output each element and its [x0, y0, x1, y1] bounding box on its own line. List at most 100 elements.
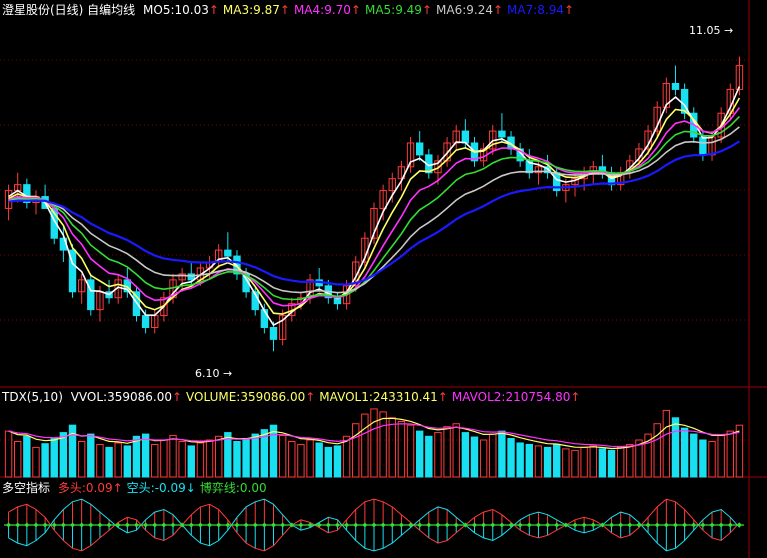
game-line-marker — [60, 522, 66, 528]
game-line-marker — [371, 522, 377, 528]
game-line-marker — [554, 522, 560, 528]
game-line-marker — [298, 522, 304, 528]
volume-bar — [406, 424, 415, 478]
volume-bar — [242, 438, 250, 478]
game-line-marker — [170, 522, 176, 528]
volume-bar — [14, 440, 22, 478]
game-line-marker — [79, 522, 85, 528]
game-line-marker — [207, 522, 213, 528]
volume-bar — [425, 435, 433, 478]
candle-body — [415, 142, 424, 156]
volume-bar — [690, 433, 698, 478]
game-line-marker — [700, 522, 706, 528]
game-line-marker — [280, 522, 286, 528]
game-line-marker — [334, 522, 340, 528]
game-line-marker — [389, 522, 395, 528]
volume-bar — [671, 417, 680, 478]
volume-title: TDX(5,10) — [2, 390, 63, 404]
stock-chart — [0, 0, 767, 558]
volume-bar — [352, 423, 360, 478]
volume-bar — [699, 439, 707, 478]
volume-bar — [571, 449, 579, 478]
game-line-marker — [197, 522, 203, 528]
volume-bar — [96, 443, 104, 478]
arrow-up-icon: ↑ — [305, 390, 316, 404]
game-line-marker — [736, 522, 742, 528]
game-line-marker — [188, 522, 194, 528]
volume-bar — [589, 445, 597, 478]
game-line-marker — [325, 522, 331, 528]
arrow-right-icon: → — [720, 24, 734, 37]
indicator-title: 多空指标 — [2, 481, 51, 495]
header_main-item-4: MA6:9.24 — [436, 3, 493, 17]
game-line-marker — [545, 522, 551, 528]
volume-bar — [233, 440, 241, 478]
volume-bar — [434, 432, 442, 478]
header_main-item-5: MA7:8.94 — [507, 3, 565, 17]
volume-bar — [123, 445, 132, 478]
game-line-marker — [271, 522, 277, 528]
game-line-marker — [398, 522, 404, 528]
game-line-marker — [645, 522, 651, 528]
volume-bar — [269, 424, 278, 478]
candle-body — [498, 130, 506, 138]
arrow-up-icon: ↑ — [208, 3, 219, 17]
game-line-marker — [353, 522, 359, 528]
game-line-marker — [563, 522, 569, 528]
header_volume-item-1: VOLUME:359086.00 — [186, 390, 306, 404]
game-line-marker — [508, 522, 514, 528]
game-line-marker — [33, 522, 39, 528]
game-line-marker — [453, 522, 459, 528]
game-line-marker — [435, 522, 441, 528]
game-line-marker — [663, 522, 669, 528]
game-line-marker — [727, 522, 733, 528]
game-line-marker — [590, 522, 596, 528]
game-line-marker — [70, 522, 76, 528]
volume-bar — [461, 432, 470, 478]
candle-body — [671, 82, 680, 90]
game-line-marker — [718, 522, 724, 528]
candle-body — [141, 315, 150, 328]
volume-bar — [525, 443, 534, 478]
game-line-marker — [490, 522, 496, 528]
game-line-marker — [471, 522, 477, 528]
volume-bar — [498, 430, 506, 478]
high-price-label: 11.05 — [689, 24, 721, 37]
game-line-marker — [243, 522, 249, 528]
game-line-marker — [42, 522, 48, 528]
volume-bar — [32, 446, 40, 478]
volume-bar — [516, 442, 524, 478]
candle-body — [269, 326, 278, 340]
volume-bar — [169, 435, 177, 478]
game-line-marker — [152, 522, 158, 528]
game-line-marker — [481, 522, 487, 528]
candle-body — [260, 309, 269, 328]
game-line-marker — [618, 522, 624, 528]
volume-bar — [132, 435, 141, 478]
game-line-marker — [535, 522, 541, 528]
arrow-up-icon: ↑ — [570, 390, 581, 404]
header_main-item-3: MA5:9.49 — [364, 3, 422, 17]
volume-bar — [105, 446, 113, 478]
header_volume-item-3: MAVOL2:210754.80 — [451, 390, 571, 404]
volume-bar — [297, 443, 305, 478]
volume-bar — [662, 409, 671, 478]
game-line-marker — [97, 522, 103, 528]
volume-bar — [626, 443, 634, 478]
game-line-marker — [581, 522, 587, 528]
volume-bar — [562, 448, 570, 478]
candle-body — [187, 273, 195, 281]
arrow-up-icon: ↑ — [492, 3, 504, 17]
volume-bar — [534, 445, 543, 478]
game-line-marker — [417, 522, 423, 528]
game-line-marker — [15, 522, 21, 528]
volume-bar — [214, 435, 223, 478]
volume-bar — [23, 435, 31, 478]
volume-bar — [41, 443, 49, 478]
volume-bar — [306, 439, 314, 478]
arrow-right-icon: → — [219, 367, 233, 380]
volume-header: TDX(5,10) VVOL:359086.00↑ VOLUME:359086.0… — [2, 390, 584, 404]
game-line-marker — [627, 522, 633, 528]
game-line-marker — [252, 522, 258, 528]
game-line-marker — [161, 522, 167, 528]
